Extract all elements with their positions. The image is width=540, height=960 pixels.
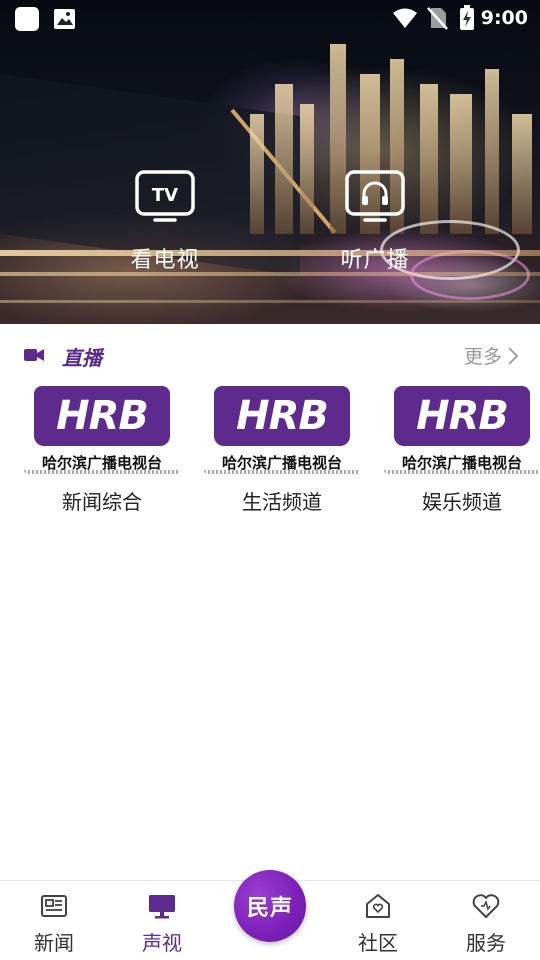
nav-item-community[interactable]: 社区: [324, 881, 432, 960]
hero-bridge: [0, 300, 540, 303]
image-icon: [54, 9, 75, 29]
nav-label-services: 服务: [466, 931, 506, 955]
chevron-right-icon: [508, 346, 518, 365]
nav-label-community: 社区: [358, 931, 398, 955]
watch-tv-label: 看电视: [130, 248, 200, 273]
video-camera-icon: [24, 349, 44, 361]
heart-icon: [472, 894, 500, 918]
tv-icon: TV: [135, 170, 195, 222]
center-voice-button[interactable]: 民声: [234, 870, 306, 942]
channel-logo-text: HRB: [236, 393, 329, 439]
hero-building: [300, 104, 314, 234]
center-button-label: 民声: [246, 895, 293, 921]
channel-logo: HRB 哈尔滨广播电视台: [384, 386, 540, 474]
channel-card[interactable]: HRB 哈尔滨广播电视台 生活频道: [204, 386, 360, 515]
nav-item-services[interactable]: 服务: [432, 881, 540, 960]
live-section-header: 直播 更多: [0, 336, 540, 376]
channel-logo-text: HRB: [56, 393, 149, 439]
hero-building: [450, 94, 472, 234]
no-sim-icon: [427, 7, 448, 30]
nav-label-media: 声视: [142, 931, 182, 955]
channel-name: 生活频道: [242, 490, 322, 514]
more-link[interactable]: 更多: [464, 342, 518, 369]
channel-name: 新闻综合: [62, 490, 142, 514]
channel-list: HRB 哈尔滨广播电视台 新闻综合 HRB 哈尔滨广播电视台 生活频道 HRB …: [0, 386, 540, 526]
live-title: 直播: [62, 346, 102, 370]
nav-label-news: 新闻: [34, 931, 74, 955]
channel-card[interactable]: HRB 哈尔滨广播电视台 娱乐频道: [384, 386, 540, 515]
nav-item-media[interactable]: 声视: [108, 881, 216, 960]
channel-logo-text: HRB: [416, 393, 509, 439]
channel-logo: HRB 哈尔滨广播电视台: [24, 386, 180, 474]
watch-tv-button[interactable]: TV 看电视: [105, 170, 225, 280]
radio-headphones-icon: [345, 170, 405, 222]
listen-radio-button[interactable]: 听广播: [315, 170, 435, 280]
status-bar: 9:00: [0, 0, 540, 36]
app-square-icon: [15, 7, 39, 31]
battery-charging-icon: [460, 5, 474, 30]
monitor-icon: [149, 895, 175, 919]
more-label: 更多: [463, 346, 502, 368]
newspaper-icon: [41, 895, 67, 917]
tv-icon-text: TV: [152, 185, 178, 206]
hero-bridge: [0, 272, 540, 276]
wifi-icon: [393, 8, 417, 28]
hero-building: [250, 114, 264, 234]
hero-building: [275, 84, 293, 234]
listen-radio-label: 听广播: [340, 248, 410, 273]
channel-card[interactable]: HRB 哈尔滨广播电视台 新闻综合: [24, 386, 180, 515]
channel-name: 娱乐频道: [422, 490, 502, 514]
hero-bridge: [0, 250, 540, 256]
home-heart-icon: [366, 894, 390, 918]
channel-logo: HRB 哈尔滨广播电视台: [204, 386, 360, 474]
hero-building: [512, 114, 532, 234]
nav-item-news[interactable]: 新闻: [0, 881, 108, 960]
hero-building: [485, 69, 499, 234]
hero-banner: [0, 0, 540, 324]
status-time: 9:00: [480, 7, 528, 29]
